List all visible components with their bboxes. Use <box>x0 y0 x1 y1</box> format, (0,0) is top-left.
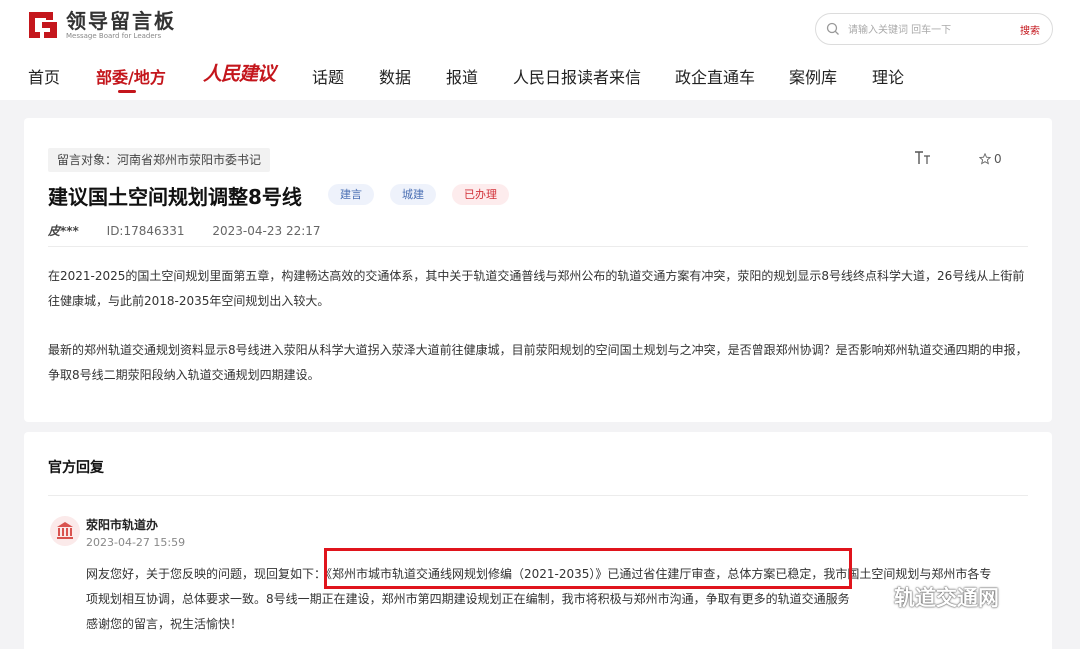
nav-data[interactable]: 数据 <box>379 64 411 88</box>
message-target: 留言对象：河南省郑州市荥阳市委书记 <box>48 148 271 172</box>
badge-suggestion: 建言 <box>328 184 374 205</box>
author-name: 皮*** <box>48 224 79 238</box>
nav-readers-letters[interactable]: 人民日报读者来信 <box>513 64 641 88</box>
site-logo[interactable]: 领导留言板 Message Board for Leaders <box>26 8 176 42</box>
font-size-icon[interactable] <box>914 151 932 169</box>
divider <box>48 246 1028 247</box>
nav-people-suggestion[interactable]: 人民建议 <box>203 59 276 86</box>
top-header: 领导留言板 Message Board for Leaders 搜索 首页 部委… <box>0 0 1080 100</box>
nav-gov-enterprise[interactable]: 政企直通车 <box>675 64 755 88</box>
nav-topics[interactable]: 话题 <box>312 64 344 88</box>
logo-subtitle: Message Board for Leaders <box>66 31 162 40</box>
message-id: ID:17846331 <box>106 224 185 238</box>
message-paragraph: 在2021-2025的国土空间规划里面第五章，构建畅达高效的交通体系，其中关于轨… <box>48 269 1025 308</box>
favorite-count: 0 <box>994 152 1002 166</box>
logo-icon <box>26 8 60 42</box>
reply-line: 感谢您的留言，祝生活愉快！ <box>86 617 243 631</box>
badge-urban-construction: 城建 <box>390 184 436 205</box>
message-title: 建议国土空间规划调整8号线 <box>48 185 302 209</box>
divider <box>48 495 1028 496</box>
nav-reports[interactable]: 报道 <box>446 64 478 88</box>
message-paragraph: 最新的郑州轨道交通规划资料显示8号线进入荥阳从科学大道拐入荥泽大道前往健康城，目… <box>48 343 1028 382</box>
message-card: 留言对象：河南省郑州市荥阳市委书记 0 建议国土空间规划调整8号线 建言 城建 … <box>24 118 1052 422</box>
star-icon <box>979 153 991 165</box>
badge-status-handled: 已办理 <box>452 184 509 205</box>
message-meta: 皮*** ID:17846331 2023-04-23 22:17 <box>48 222 345 239</box>
reply-heading: 官方回复 <box>48 460 104 476</box>
watermark: 轨道交通网 <box>860 582 999 612</box>
reply-card: 官方回复 荥阳市轨道办 2023-04-27 15:59 网友您好，关于您反映的… <box>24 432 1052 649</box>
search-icon <box>825 21 841 37</box>
wechat-icon <box>861 586 889 607</box>
reply-organization: 荥阳市轨道办 <box>86 518 159 532</box>
favorite-button[interactable]: 0 <box>979 152 1002 166</box>
search-input[interactable] <box>848 20 1008 40</box>
search-button[interactable]: 搜索 <box>1020 22 1040 37</box>
message-datetime: 2023-04-23 22:17 <box>212 224 321 238</box>
nav-theory[interactable]: 理论 <box>872 64 904 88</box>
logo-title: 领导留言板 <box>66 8 176 33</box>
nav-case-library[interactable]: 案例库 <box>789 64 837 88</box>
government-building-icon <box>50 516 80 546</box>
nav-home[interactable]: 首页 <box>28 64 60 88</box>
search-box: 搜索 <box>815 13 1053 45</box>
active-nav-indicator <box>118 90 136 93</box>
nav-ministries-local[interactable]: 部委/地方 <box>96 64 166 88</box>
reply-time: 2023-04-27 15:59 <box>86 536 186 549</box>
watermark-text: 轨道交通网 <box>894 586 999 610</box>
